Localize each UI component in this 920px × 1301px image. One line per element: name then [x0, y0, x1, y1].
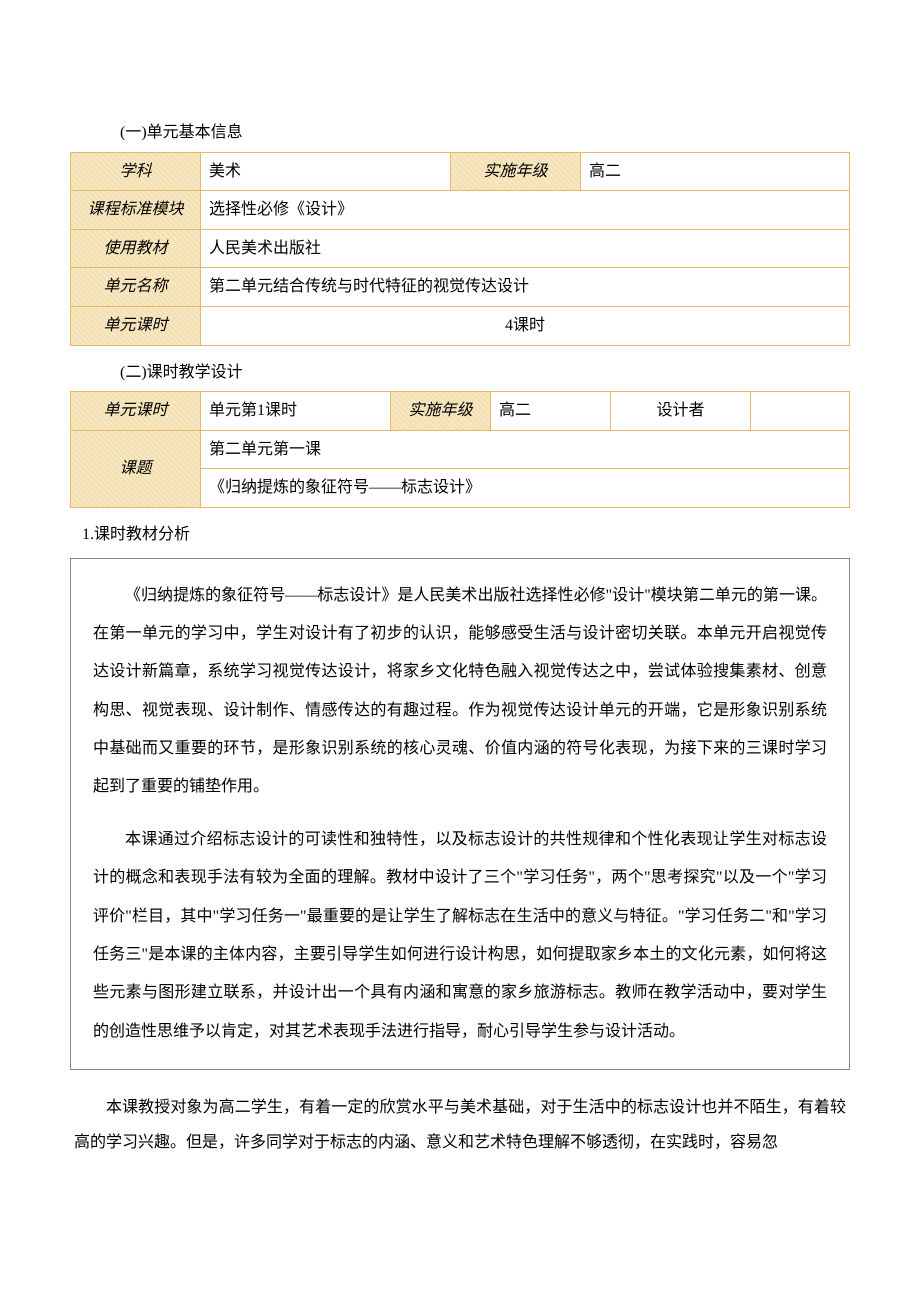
- unitname-label: 单元名称: [71, 268, 201, 307]
- table-row: 单元课时 单元第1课时 实施年级 高二 设计者: [71, 392, 850, 431]
- table-row: 课程标准模块 选择性必修《设计》: [71, 191, 850, 230]
- lesson-hours-value: 单元第1课时: [201, 392, 391, 431]
- paragraph-1: 《归纳提炼的象征符号——标志设计》是人民美术出版社选择性必修"设计"模块第二单元…: [93, 577, 827, 807]
- table-row: 单元课时 4课时: [71, 306, 850, 345]
- subject-label: 学科: [71, 152, 201, 191]
- unitname-value: 第二单元结合传统与时代特征的视觉传达设计: [201, 268, 850, 307]
- module-value: 选择性必修《设计》: [201, 191, 850, 230]
- unithours-label: 单元课时: [71, 306, 201, 345]
- topic-label: 课题: [71, 430, 201, 507]
- table-row: 学科 美术 实施年级 高二: [71, 152, 850, 191]
- designer-label: 设计者: [611, 392, 751, 431]
- section-2-title: (二)课时教学设计: [120, 360, 850, 386]
- table-row: 课题 第二单元第一课: [71, 430, 850, 469]
- lesson-hours-label: 单元课时: [71, 392, 201, 431]
- lesson-grade-value: 高二: [491, 392, 611, 431]
- unit-info-table: 学科 美术 实施年级 高二 课程标准模块 选择性必修《设计》 使用教材 人民美术…: [70, 152, 850, 346]
- grade-label: 实施年级: [451, 152, 581, 191]
- subject-value: 美术: [201, 152, 451, 191]
- topic-line1: 第二单元第一课: [201, 430, 850, 469]
- analysis-heading: 1.课时教材分析: [82, 522, 850, 548]
- analysis-content-box: 《归纳提炼的象征符号——标志设计》是人民美术出版社选择性必修"设计"模块第二单元…: [70, 558, 850, 1071]
- topic-line2: 《归纳提炼的象征符号——标志设计》: [201, 469, 850, 508]
- table-row: 使用教材 人民美术出版社: [71, 229, 850, 268]
- grade-value: 高二: [581, 152, 850, 191]
- module-label: 课程标准模块: [71, 191, 201, 230]
- table-row: 单元名称 第二单元结合传统与时代特征的视觉传达设计: [71, 268, 850, 307]
- designer-value: [751, 392, 850, 431]
- paragraph-3: 本课教授对象为高二学生，有着一定的欣赏水平与美术基础，对于生活中的标志设计也并不…: [70, 1090, 850, 1160]
- lesson-grade-label: 实施年级: [391, 392, 491, 431]
- textbook-value: 人民美术出版社: [201, 229, 850, 268]
- unithours-value: 4课时: [201, 306, 850, 345]
- textbook-label: 使用教材: [71, 229, 201, 268]
- section-1-title: (一)单元基本信息: [120, 120, 850, 146]
- paragraph-2: 本课通过介绍标志设计的可读性和独特性，以及标志设计的共性规律和个性化表现让学生对…: [93, 821, 827, 1051]
- lesson-design-table: 单元课时 单元第1课时 实施年级 高二 设计者 课题 第二单元第一课 《归纳提炼…: [70, 391, 850, 508]
